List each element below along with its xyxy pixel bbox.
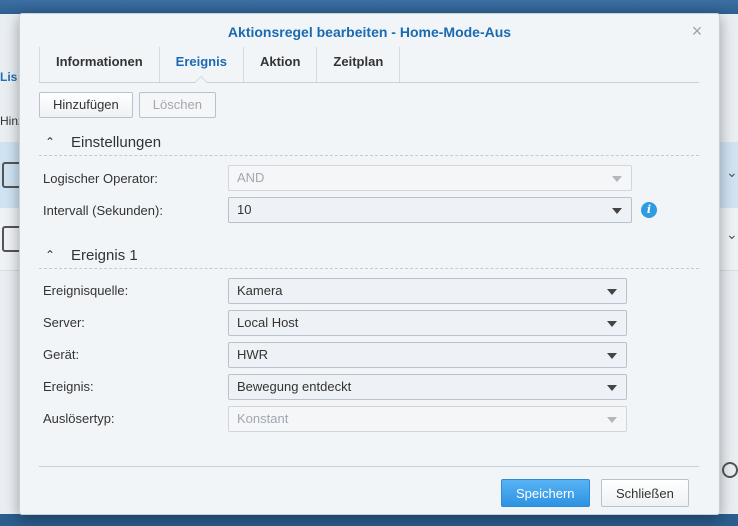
delete-button[interactable]: Löschen — [138, 92, 216, 118]
field-label: Server: — [43, 314, 85, 330]
chevron-down-icon — [607, 353, 617, 359]
tab-aktion[interactable]: Aktion — [244, 47, 318, 82]
event-section-header[interactable]: ⌃ Ereignis 1 — [39, 242, 699, 269]
device-select[interactable]: HWR — [228, 342, 627, 368]
field-label: Ereignis: — [43, 378, 94, 394]
tab-label: Zeitplan — [333, 54, 384, 69]
tab-zeitplan[interactable]: Zeitplan — [317, 47, 401, 82]
section-title: Einstellungen — [71, 133, 162, 151]
close-button[interactable]: Schließen — [601, 479, 689, 507]
footer-divider — [39, 466, 699, 467]
trigger-type-select[interactable]: Konstant — [228, 406, 627, 432]
select-value: 10 — [237, 202, 252, 217]
action-rule-dialog: Aktionsregel bearbeiten - Home-Mode-Aus … — [19, 13, 720, 515]
save-button[interactable]: Speichern — [501, 479, 590, 507]
background-tab-fragment: Lis — [0, 70, 18, 84]
select-value: Bewegung entdeckt — [237, 379, 352, 394]
close-icon[interactable]: × — [689, 22, 705, 40]
chevron-down-icon — [607, 417, 617, 423]
interval-select[interactable]: 10 — [228, 197, 632, 223]
chevron-down-icon — [612, 208, 622, 214]
chevron-up-icon: ⌃ — [45, 248, 56, 262]
active-tab-indicator — [194, 76, 209, 83]
chevron-down-icon: ⌄ — [726, 226, 738, 242]
field-label: Auslösertyp: — [43, 410, 115, 426]
select-value: HWR — [237, 347, 269, 362]
info-icon[interactable]: i — [641, 202, 657, 218]
search-icon — [722, 462, 738, 478]
select-value: Kamera — [237, 283, 283, 298]
select-value: Local Host — [237, 315, 299, 330]
tab-label: Informationen — [56, 54, 143, 69]
tab-label: Aktion — [259, 54, 301, 69]
server-select[interactable]: Local Host — [228, 310, 627, 336]
event-source-select[interactable]: Kamera — [228, 278, 627, 304]
dialog-footer: Speichern Schließen — [20, 479, 719, 509]
field-label: Intervall (Sekunden): — [43, 202, 163, 218]
toolbar: Hinzufügen Löschen — [39, 92, 216, 118]
chevron-down-icon — [612, 176, 622, 182]
field-label: Gerät: — [43, 346, 80, 362]
chevron-down-icon — [607, 289, 617, 295]
select-value: AND — [237, 170, 265, 185]
event-select[interactable]: Bewegung entdeckt — [228, 374, 627, 400]
section-title: Ereignis 1 — [71, 246, 138, 264]
chevron-down-icon — [607, 321, 617, 327]
chevron-down-icon: ⌄ — [726, 164, 738, 180]
tab-bar: Informationen Ereignis Aktion Zeitplan — [39, 47, 699, 83]
chevron-down-icon — [607, 385, 617, 391]
settings-section-header[interactable]: ⌃ Einstellungen — [39, 129, 699, 156]
logical-operator-select[interactable]: AND — [228, 165, 632, 191]
chevron-up-icon: ⌃ — [45, 135, 56, 149]
tab-label: Ereignis — [175, 54, 227, 69]
tab-ereignis[interactable]: Ereignis — [160, 47, 244, 83]
field-label: Ereignisquelle: — [43, 282, 129, 298]
tab-informationen[interactable]: Informationen — [39, 47, 160, 82]
select-value: Konstant — [237, 411, 289, 426]
field-label: Logischer Operator: — [43, 170, 158, 186]
add-button[interactable]: Hinzufügen — [39, 92, 133, 118]
dialog-title: Aktionsregel bearbeiten - Home-Mode-Aus — [227, 24, 512, 40]
